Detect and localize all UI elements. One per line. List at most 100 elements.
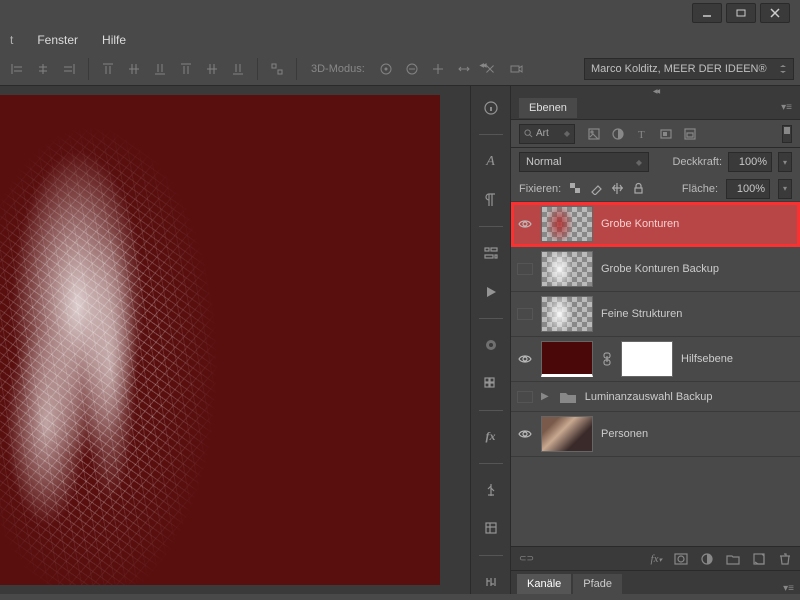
fill-slider-button[interactable]: ▾ — [778, 179, 792, 199]
layer-thumbnail[interactable] — [541, 296, 593, 332]
lock-pixels-icon[interactable] — [590, 182, 603, 195]
layer-row-6[interactable]: Personen — [511, 412, 800, 457]
delete-icon[interactable] — [778, 552, 792, 566]
layer-name[interactable]: Luminanzauswahl Backup — [585, 391, 713, 403]
auto-align-icon[interactable] — [266, 58, 288, 80]
layer-row-3[interactable]: Feine Strukturen — [511, 292, 800, 337]
filter-adjustment-icon[interactable] — [611, 127, 625, 141]
minimize-button[interactable] — [692, 3, 722, 23]
layer-row-2[interactable]: Grobe Konturen Backup — [511, 247, 800, 292]
workspace-dropdown[interactable]: Marco Kolditz, MEER DER IDEEN® — [584, 58, 794, 80]
visibility-icon[interactable] — [517, 216, 533, 232]
sliders-panel-icon[interactable] — [478, 241, 504, 265]
filter-shape-icon[interactable] — [659, 127, 673, 141]
layer-name[interactable]: Grobe Konturen Backup — [601, 263, 719, 275]
filter-type-dropdown[interactable]: Art ◆ — [519, 124, 575, 144]
distribute-bottom-icon[interactable] — [149, 58, 171, 80]
align-center-h-icon[interactable] — [32, 58, 54, 80]
blend-mode-row: Normal ◆ Deckkraft: 100% ▾ — [511, 148, 800, 176]
styles-panel-icon[interactable] — [478, 516, 504, 540]
link-layers-icon[interactable]: ⊂⊃ — [519, 553, 534, 564]
visibility-off-box[interactable] — [517, 263, 533, 275]
pan-icon[interactable] — [427, 58, 449, 80]
menu-fenster[interactable]: Fenster — [37, 33, 78, 47]
history-panel-icon[interactable]: fx — [478, 424, 504, 448]
filter-smartobject-icon[interactable] — [683, 127, 697, 141]
tab-kanaele[interactable]: Kanäle — [517, 574, 571, 594]
blend-mode-value: Normal — [526, 156, 561, 168]
lock-position-icon[interactable] — [611, 182, 624, 195]
lock-label: Fixieren: — [519, 183, 561, 195]
visibility-icon[interactable] — [517, 426, 533, 442]
roll-icon[interactable] — [401, 58, 423, 80]
layer-mask-icon[interactable] — [674, 552, 688, 566]
menu-item-prev[interactable]: t — [10, 33, 13, 47]
visibility-icon[interactable] — [517, 351, 533, 367]
camera-icon[interactable] — [505, 58, 527, 80]
layer-name[interactable]: Personen — [601, 428, 648, 440]
filter-type-icon[interactable]: T — [635, 127, 649, 141]
adjustments-panel-icon[interactable] — [478, 570, 504, 594]
tab-ebenen[interactable]: Ebenen — [519, 98, 577, 118]
panel-menu-icon[interactable]: ▾≡ — [781, 102, 792, 113]
panel-menu-icon[interactable]: ▾≡ — [783, 583, 794, 594]
layer-row-4[interactable]: Hilfsebene — [511, 337, 800, 382]
group-icon[interactable] — [726, 552, 740, 566]
color-panel-icon[interactable] — [478, 333, 504, 357]
distribute-h-icon[interactable] — [201, 58, 223, 80]
layer-name[interactable]: Grobe Konturen — [601, 218, 679, 230]
play-panel-icon[interactable] — [478, 279, 504, 303]
distribute-top-icon[interactable] — [97, 58, 119, 80]
layer-thumbnail[interactable] — [541, 251, 593, 287]
layer-group-row[interactable]: ▶ Luminanzauswahl Backup — [511, 382, 800, 412]
align-right-icon[interactable] — [58, 58, 80, 80]
layer-name[interactable]: Hilfsebene — [681, 353, 733, 365]
layer-thumbnail[interactable] — [541, 206, 593, 242]
paragraph-panel-icon[interactable] — [478, 188, 504, 212]
filter-pixel-icon[interactable] — [587, 127, 601, 141]
visibility-off-box[interactable] — [517, 391, 533, 403]
separator — [479, 463, 503, 464]
fx-icon[interactable]: fx▾ — [651, 553, 662, 565]
link-icon[interactable] — [601, 352, 613, 366]
new-layer-icon[interactable] — [752, 552, 766, 566]
mode-3d-label: 3D-Modus: — [311, 63, 365, 75]
tab-pfade[interactable]: Pfade — [573, 574, 622, 594]
filter-toggle[interactable] — [782, 125, 792, 143]
opacity-slider-button[interactable]: ▾ — [778, 152, 792, 172]
disclosure-triangle-icon[interactable]: ▶ — [541, 391, 549, 402]
svg-text:T: T — [638, 129, 645, 141]
opacity-value[interactable]: 100% — [728, 152, 772, 172]
dock-collapse-handle[interactable] — [462, 62, 502, 72]
separator — [257, 58, 258, 80]
distribute-left-icon[interactable] — [175, 58, 197, 80]
layer-name[interactable]: Feine Strukturen — [601, 308, 682, 320]
layer-row-1[interactable]: Grobe Konturen — [511, 202, 800, 247]
lock-all-icon[interactable] — [632, 182, 645, 195]
character-panel-icon[interactable]: A — [478, 149, 504, 173]
fill-value[interactable]: 100% — [726, 179, 770, 199]
usb-panel-icon[interactable] — [478, 478, 504, 502]
fill-label: Fläche: — [682, 183, 718, 195]
swatches-panel-icon[interactable] — [478, 371, 504, 395]
close-button[interactable] — [760, 3, 790, 23]
adjustment-layer-icon[interactable] — [700, 552, 714, 566]
blend-mode-dropdown[interactable]: Normal ◆ — [519, 152, 649, 172]
distribute-right-icon[interactable] — [227, 58, 249, 80]
options-bar: 3D-Modus: Marco Kolditz, MEER DER IDEEN® — [0, 52, 800, 86]
maximize-button[interactable] — [726, 3, 756, 23]
orbit-icon[interactable] — [375, 58, 397, 80]
lock-transparency-icon[interactable] — [569, 182, 582, 195]
visibility-off-box[interactable] — [517, 308, 533, 320]
info-panel-icon[interactable] — [478, 96, 504, 120]
document-canvas[interactable] — [0, 95, 440, 585]
layer-mask-thumbnail[interactable] — [621, 341, 673, 377]
layers-list: Grobe Konturen Grobe Konturen Backup Fei… — [511, 202, 800, 546]
layer-thumbnail[interactable] — [541, 341, 593, 377]
distribute-v-icon[interactable] — [123, 58, 145, 80]
panel-collapse-handle[interactable] — [511, 86, 800, 96]
layer-thumbnail[interactable] — [541, 416, 593, 452]
layer-filter-row: Art ◆ T — [511, 120, 800, 148]
menu-hilfe[interactable]: Hilfe — [102, 33, 126, 47]
align-left-icon[interactable] — [6, 58, 28, 80]
